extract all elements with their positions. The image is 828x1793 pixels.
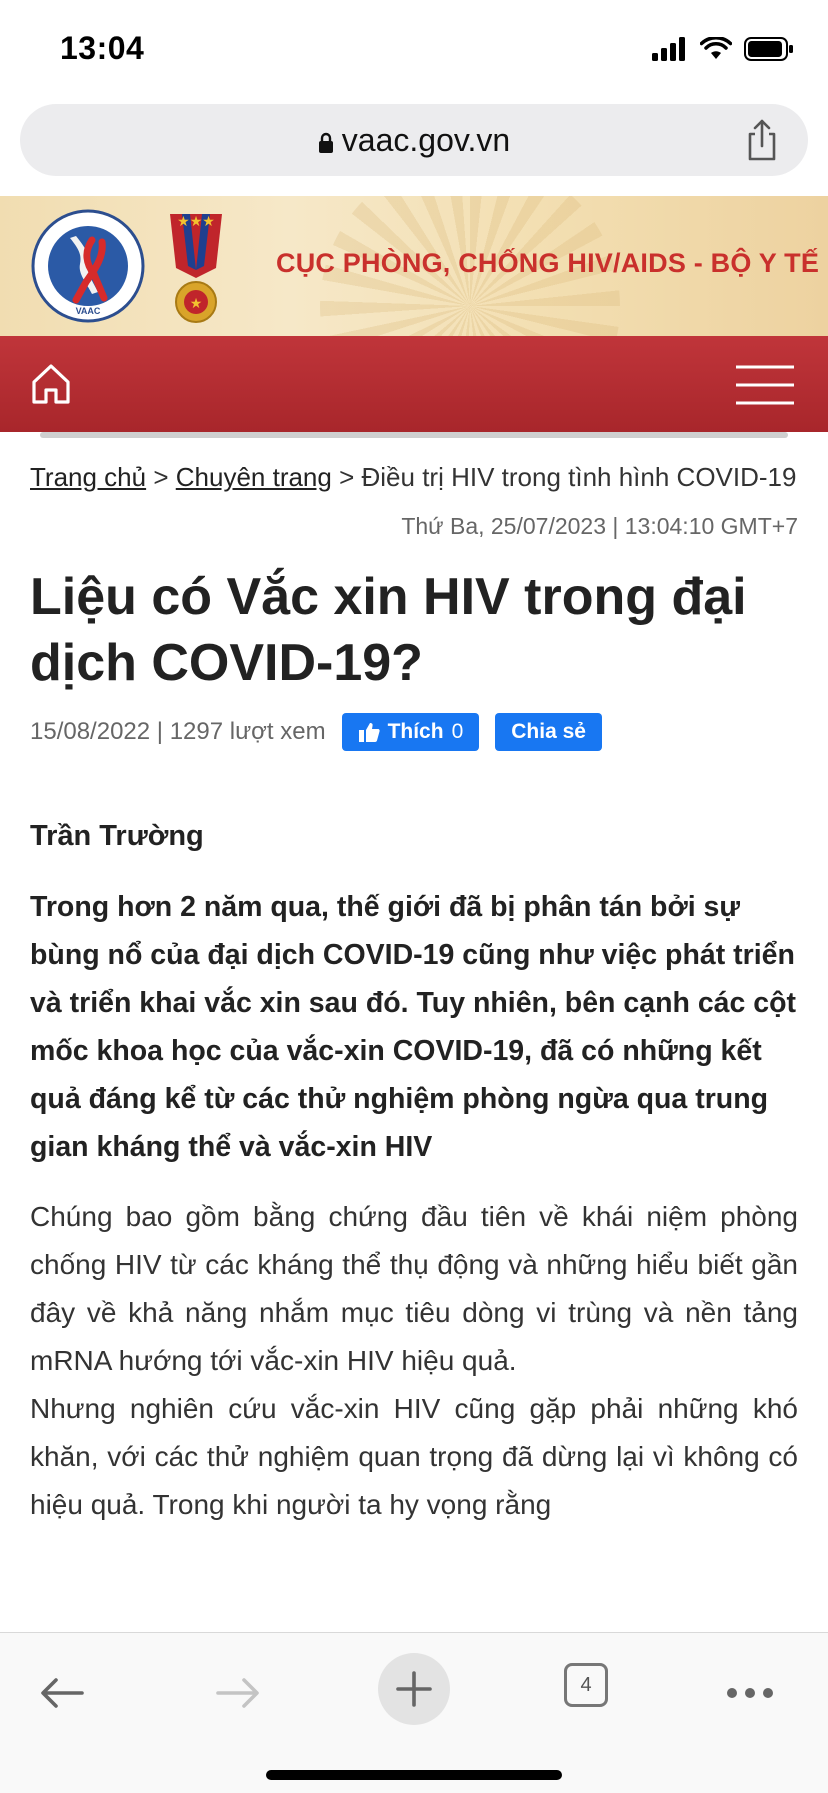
home-indicator [266,1770,562,1780]
article-lead: Trong hơn 2 năm qua, thế giới đã bị phân… [30,891,797,1163]
status-time: 13:04 [60,30,145,66]
new-tab-button[interactable] [378,1653,450,1725]
article-title: Liệu có Vắc xin HIV trong đại dịch COVID… [30,568,747,692]
like-label: Thích [387,720,444,743]
site-banner: VAAC ★★★ ★ CỤC PHÒNG, CHỐNG HIV/AIDS - B… [0,196,828,336]
browser-toolbar: 4 [0,1632,828,1793]
breadcrumb-home-link[interactable]: Trang chủ [30,462,146,492]
status-bar: 13:04 [0,0,828,96]
article-paragraph: Chúng bao gồm bằng chứng đầu tiên về khá… [30,1201,798,1376]
back-arrow-icon [41,1678,84,1708]
home-icon[interactable] [30,362,72,406]
page-scroll-indicator [40,432,788,438]
wifi-icon [700,37,732,59]
battery-icon [744,37,793,61]
breadcrumb-current: Điều trị HIV trong tình hình COVID-19 [361,462,797,492]
facebook-like-button[interactable]: Thích 0 [341,713,480,751]
article-paragraph: Nhưng nghiên cứu vắc-xin HIV cũng gặp ph… [30,1393,798,1520]
address-text-wrap: vaac.gov.vn [20,122,808,159]
forward-arrow-icon [216,1678,259,1708]
article-date-views: 15/08/2022 | 1297 lượt xem [30,718,326,745]
back-button[interactable] [30,1661,94,1725]
organization-name: CỤC PHÒNG, CHỐNG HIV/AIDS - BỘ Y TẾ [276,248,820,278]
status-icons [652,34,794,64]
article-content: Trang chủ > Chuyên trang > Điều trị HIV … [30,462,798,1529]
like-count: 0 [451,720,464,743]
article-meta: 15/08/2022 | 1297 lượt xem Thích 0 Chia … [30,712,798,752]
tabs-button[interactable]: 4 [564,1663,608,1707]
thumbs-up-icon [358,723,380,742]
hamburger-menu-icon[interactable] [734,364,796,406]
forward-button[interactable] [206,1661,270,1725]
logo-text-bottom: VAAC [76,306,101,316]
lock-icon [318,132,333,153]
more-dots-icon [727,1688,773,1698]
breadcrumb-section-link[interactable]: Chuyên trang [176,462,332,492]
more-button[interactable] [718,1661,782,1725]
article-author: Trần Trường [30,820,204,852]
url-text: vaac.gov.vn [341,122,511,158]
current-datetime: Thứ Ba, 25/07/2023 | 13:04:10 GMT+7 [401,513,798,539]
address-bar[interactable]: vaac.gov.vn [20,104,808,176]
breadcrumb-separator: > [331,462,362,492]
share-icon[interactable] [742,118,782,162]
svg-text:★★★: ★★★ [177,213,215,229]
svg-text:★: ★ [190,295,203,311]
vaac-logo[interactable]: VAAC [30,208,146,324]
facebook-share-button[interactable]: Chia sẻ [495,713,602,751]
medal-emblem: ★★★ ★ [170,213,222,323]
breadcrumb-separator: > [146,462,176,492]
main-nav [0,336,828,432]
plus-icon [396,1671,432,1707]
breadcrumb: Trang chủ > Chuyên trang > Điều trị HIV … [30,462,798,493]
cellular-signal-icon [652,37,685,61]
